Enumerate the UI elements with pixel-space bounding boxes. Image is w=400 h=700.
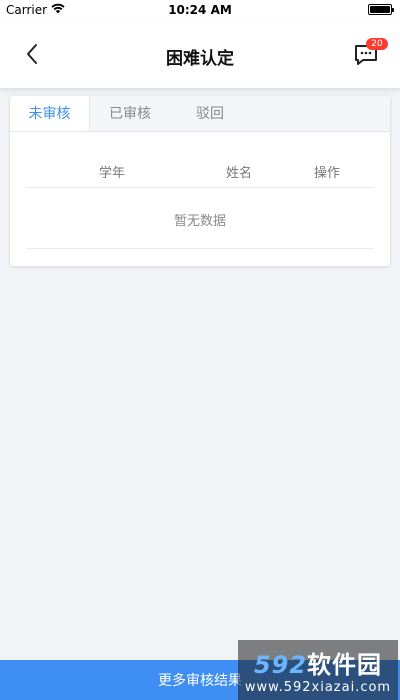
messages-button[interactable]: 20 (354, 38, 388, 68)
watermark: 592软件园 www.592xiazai.com (238, 640, 398, 700)
review-card: 未审核 已审核 驳回 学年 姓名 操作 暂无数据 (10, 96, 390, 266)
column-header-action: 操作 (314, 166, 341, 181)
watermark-logo: 592软件园 (254, 645, 382, 680)
page-title: 困难认定 (166, 49, 234, 69)
battery-icon (368, 4, 394, 15)
divider (26, 248, 374, 249)
navigation-bar: 困难认定 20 (0, 20, 400, 88)
message-count-badge: 20 (366, 38, 388, 50)
empty-state-text: 暂无数据 (173, 214, 226, 229)
watermark-logo-number: 592 (253, 651, 308, 679)
status-bar: Carrier 10:24 AM (0, 0, 400, 20)
watermark-logo-text: 软件园 (307, 651, 383, 679)
tab-reviewed[interactable]: 已审核 (90, 96, 170, 131)
status-time: 10:24 AM (168, 3, 232, 17)
tab-pending[interactable]: 未审核 (10, 96, 90, 131)
more-results-label: 更多审核结果 (158, 673, 242, 689)
column-header-year: 学年 (99, 166, 126, 181)
tab-rejected[interactable]: 驳回 (170, 96, 250, 131)
table-header: 学年 姓名 操作 (26, 156, 374, 188)
watermark-url: www.592xiazai.com (244, 680, 392, 695)
review-tabs: 未审核 已审核 驳回 (10, 96, 390, 132)
column-header-name: 姓名 (226, 166, 253, 181)
